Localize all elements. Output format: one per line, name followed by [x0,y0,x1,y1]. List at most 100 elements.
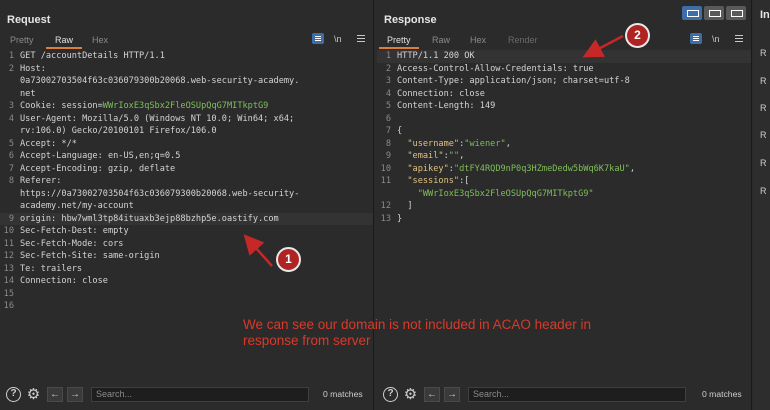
tab-raw[interactable]: Raw [432,35,450,45]
inspector-row[interactable]: R [760,76,767,86]
request-editor[interactable]: 1 GET /accountDetails HTTP/1.1 2 Host: 0a730… [0,50,373,313]
tab-hex[interactable]: Hex [470,35,486,45]
newline-toggle[interactable]: \n [712,33,720,45]
search-prev-button[interactable]: ← [424,387,440,402]
code-line[interactable]: 16 [0,300,373,313]
code-line[interactable]: 4 Connection: close [377,88,751,101]
callout-badge-1: 1 [276,247,301,272]
code-token: Access-Control-Allow-Credentials: true [397,63,594,74]
code-line[interactable]: rv:106.0) Gecko/20100101 Firefox/106.0 [0,125,373,138]
code-line[interactable]: 6 [377,113,751,126]
layout-side-by-side-icon[interactable] [682,6,702,20]
code-token: "wiener" [464,138,506,149]
inspector-row[interactable]: R [760,103,767,113]
code-line[interactable]: 10 "apikey":"dtFY4RQD9nP0q3HZmeDedw5bWq6… [377,163,751,176]
code-token: "sessions" [397,176,460,186]
line-code: Content-Type: application/json; charset=… [397,75,630,88]
line-code: "username":"wiener", [397,138,511,151]
line-code: Content-Length: 149 [397,100,495,113]
pretty-print-toggle-icon[interactable] [312,33,324,44]
request-menu-icon[interactable] [357,33,365,42]
gear-icon[interactable]: ⚙ [402,386,419,403]
code-line[interactable]: 9 origin: hbw7wml3tp84ituaxb3ejp88bzhp5e.… [0,212,373,225]
code-line[interactable]: 0a73002703504f63c036079300b20068.web-sec… [0,75,373,88]
response-footer: ? ⚙ ← → Search... 0 matches [377,384,751,406]
code-token: ] [397,201,413,211]
code-line[interactable]: 5 Accept: */* [0,138,373,151]
line-code: Sec-Fetch-Site: same-origin [20,250,160,263]
code-line[interactable]: 10 Sec-Fetch-Dest: empty [0,225,373,238]
code-line[interactable]: 2 Host: [0,63,373,76]
line-code: "sessions":[ [397,175,469,188]
response-editor[interactable]: 1 HTTP/1.1 200 OK 2 Access-Control-Allow-Cr… [377,50,751,225]
line-code: https://0a73002703504f63c036079300b20068… [20,188,299,201]
code-line[interactable]: 12 Sec-Fetch-Site: same-origin [0,250,373,263]
code-line[interactable]: https://0a73002703504f63c036079300b20068… [0,188,373,201]
line-number: 3 [8,101,14,111]
search-prev-button[interactable]: ← [47,387,63,402]
code-token: Referer: [20,176,62,186]
code-line[interactable]: 2 Access-Control-Allow-Credentials: true [377,63,751,76]
request-matches-count: 0 matches [323,389,363,399]
line-code: ] [397,200,413,213]
tab-raw[interactable]: Raw [55,35,73,45]
inspector-row[interactable]: R [760,158,767,168]
inspector-row[interactable]: R [760,130,767,140]
code-line[interactable]: 8 "username":"wiener", [377,138,751,151]
code-line[interactable]: 14 Connection: close [0,275,373,288]
code-line[interactable]: 13 Te: trailers [0,263,373,276]
line-number: 13 [3,263,14,274]
tab-render[interactable]: Render [508,35,538,45]
code-line[interactable]: 3 Cookie: session=WWrIoxE3qSbx2FleOSUpQqG… [0,100,373,113]
code-line[interactable]: 5 Content-Length: 149 [377,100,751,113]
code-line[interactable]: 7 Accept-Encoding: gzip, deflate [0,163,373,176]
code-token: Sec-Fetch-Mode: cors [20,238,124,249]
code-line[interactable]: 8 Referer: [0,175,373,188]
code-line[interactable]: academy.net/my-account [0,200,373,213]
code-line[interactable]: 3 Content-Type: application/json; charset… [377,75,751,88]
code-token: , [459,151,465,161]
code-line[interactable]: 12 ] [377,200,751,213]
code-line[interactable]: "WWrIoxE3qSbx2FleOSUpQqG7MITkptG9" [377,188,751,201]
code-line[interactable]: 15 [0,288,373,301]
tab-pretty[interactable]: Pretty [10,35,34,45]
code-line[interactable]: 1 HTTP/1.1 200 OK [377,50,751,63]
gear-icon[interactable]: ⚙ [25,386,42,403]
search-next-button[interactable]: → [67,387,83,402]
tab-pretty-underline [379,47,419,49]
line-code: Cookie: session=WWrIoxE3qSbx2FleOSUpQqG7… [20,100,268,113]
line-code: "apikey":"dtFY4RQD9nP0q3HZmeDedw5bWq6K7k… [397,163,635,176]
response-menu-icon[interactable] [735,33,743,42]
newline-toggle[interactable]: \n [334,33,342,45]
code-line[interactable]: 7{ [377,125,751,138]
code-line[interactable]: 6 Accept-Language: en-US,en;q=0.5 [0,150,373,163]
line-number: 7 [385,126,391,136]
line-number: 16 [3,301,14,311]
code-token: Connection: close [397,88,485,99]
tab-pretty[interactable]: Pretty [387,35,411,45]
layout-stacked-icon[interactable] [704,6,724,20]
line-code: Host: [20,63,46,76]
code-line[interactable]: net [0,88,373,101]
code-line[interactable]: 1 GET /accountDetails HTTP/1.1 [0,50,373,63]
response-search-input[interactable]: Search... [468,387,686,402]
search-next-button[interactable]: → [444,387,460,402]
line-number: 7 [8,163,14,174]
request-search-input[interactable]: Search... [91,387,309,402]
help-icon[interactable]: ? [6,387,21,402]
line-code: } [397,213,402,226]
layout-tabbed-icon[interactable] [726,6,746,20]
code-token: https://0a73002703504f63c036079300b20068… [20,188,300,199]
pretty-print-toggle-icon[interactable] [690,33,702,44]
inspector-row[interactable]: R [760,186,767,196]
help-icon[interactable]: ? [383,387,398,402]
code-line[interactable]: 11 "sessions":[ [377,175,751,188]
inspector-row[interactable]: R [760,48,767,58]
tab-hex[interactable]: Hex [92,35,108,45]
code-line[interactable]: 13} [377,213,751,226]
code-line[interactable]: 11 Sec-Fetch-Mode: cors [0,238,373,251]
code-token: Accept-Encoding: gzip, deflate [20,163,176,174]
line-number: 2 [8,63,14,74]
code-line[interactable]: 9 "email":"", [377,150,751,163]
code-line[interactable]: 4 User-Agent: Mozilla/5.0 (Windows NT 10.… [0,113,373,126]
